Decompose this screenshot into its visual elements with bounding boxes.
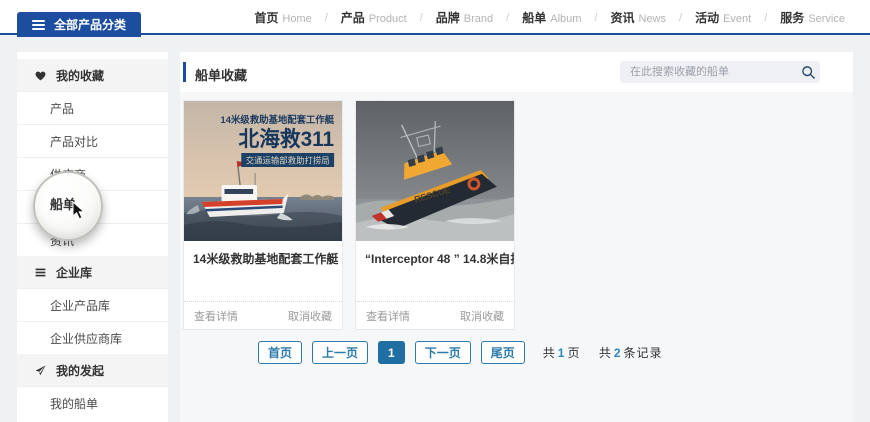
- nav-product[interactable]: 产品 Product: [341, 9, 407, 26]
- hamburger-icon: [32, 20, 45, 30]
- card-overlay-line2: 北海救311: [238, 127, 334, 151]
- ship-card: 14米级救助基地配套工作艇 北海救311 交通运输部救助打捞局 14米级救助基地…: [183, 100, 343, 330]
- ship-card: RESCUE “Interceptor 48 ” 14.8米自扶正 查看详情 取…: [355, 100, 515, 330]
- nav-service[interactable]: 服务 Service: [780, 9, 845, 26]
- page-title: 船单收藏: [195, 65, 247, 84]
- sidebar-section-my-favorites[interactable]: 我的收藏: [17, 59, 168, 91]
- pagination-next-button[interactable]: 下一页: [415, 341, 471, 364]
- sidebar-item-products[interactable]: 产品: [17, 91, 168, 124]
- pagination: 首页 上一页 1 下一页 尾页 共1页 共2条记录: [258, 341, 677, 364]
- total-records-count: 2: [614, 346, 622, 360]
- card-overlay-badge: 交通运输部救助打捞局: [246, 155, 330, 165]
- sidebar-item-my-ship-album[interactable]: 我的船单: [17, 386, 168, 419]
- pagination-prev-button[interactable]: 上一页: [312, 341, 368, 364]
- total-pages-count: 1: [558, 346, 566, 360]
- sidebar-item-enterprise-products[interactable]: 企业产品库: [17, 288, 168, 321]
- unfavorite-link[interactable]: 取消收藏: [460, 308, 504, 324]
- card-footer: 查看详情 取消收藏: [184, 301, 342, 329]
- top-navigation: 首页 Home / 产品 Product / 品牌 Brand / 船单 Alb…: [254, 0, 845, 35]
- top-bar: 全部产品分类 首页 Home / 产品 Product / 品牌 Brand /…: [0, 0, 870, 35]
- title-accent-bar: [183, 62, 186, 82]
- send-icon: [34, 364, 47, 377]
- ship-photo-interceptor48[interactable]: RESCUE: [356, 101, 514, 241]
- sidebar: 我的收藏 产品 产品对比 供应商 船单 资讯 企业库 企业产品库 企业供应商库 …: [17, 52, 168, 422]
- card-footer: 查看详情 取消收藏: [356, 301, 514, 329]
- search-input[interactable]: [620, 66, 796, 78]
- nav-brand[interactable]: 品牌 Brand: [436, 9, 493, 26]
- pagination-summary: 共1页 共2条记录: [543, 344, 677, 361]
- card-overlay-line1: 14米级救助基地配套工作艇: [221, 114, 335, 126]
- nav-separator: /: [594, 12, 597, 24]
- cursor-loupe-overlay: 船单: [33, 171, 103, 241]
- main-panel: 船单收藏: [180, 52, 853, 422]
- list-icon: [34, 266, 47, 279]
- sidebar-section-label: 我的发起: [56, 362, 104, 379]
- main-header: 船单收藏: [180, 52, 853, 92]
- nav-news[interactable]: 资讯 News: [610, 9, 666, 26]
- sidebar-section-label: 我的收藏: [56, 67, 104, 84]
- nav-separator: /: [506, 12, 509, 24]
- nav-separator: /: [764, 12, 767, 24]
- sidebar-item-product-compare[interactable]: 产品对比: [17, 124, 168, 157]
- nav-separator: /: [679, 12, 682, 24]
- card-title: 14米级救助基地配套工作艇: [184, 241, 342, 267]
- ship-photo-beihaijiu311[interactable]: 14米级救助基地配套工作艇 北海救311 交通运输部救助打捞局: [184, 101, 342, 241]
- cursor-icon: [72, 201, 87, 220]
- nav-album[interactable]: 船单 Album: [522, 9, 581, 26]
- sidebar-section-my-initiated[interactable]: 我的发起: [17, 354, 168, 386]
- pagination-first-button[interactable]: 首页: [258, 341, 302, 364]
- view-details-link[interactable]: 查看详情: [366, 308, 410, 324]
- search-icon[interactable]: [796, 61, 820, 83]
- sidebar-section-label: 企业库: [56, 264, 92, 281]
- pagination-page-1-button[interactable]: 1: [378, 341, 405, 364]
- unfavorite-link[interactable]: 取消收藏: [288, 308, 332, 324]
- nav-event[interactable]: 活动 Event: [695, 9, 751, 26]
- sidebar-section-enterprise-library[interactable]: 企业库: [17, 256, 168, 288]
- all-categories-label: 全部产品分类: [54, 16, 126, 33]
- sidebar-item-enterprise-suppliers[interactable]: 企业供应商库: [17, 321, 168, 354]
- heart-icon: [34, 69, 47, 82]
- pagination-last-button[interactable]: 尾页: [481, 341, 525, 364]
- nav-separator: /: [325, 12, 328, 24]
- all-categories-button[interactable]: 全部产品分类: [17, 12, 141, 37]
- nav-separator: /: [420, 12, 423, 24]
- search-box: [620, 61, 820, 83]
- view-details-link[interactable]: 查看详情: [194, 308, 238, 324]
- card-title: “Interceptor 48 ” 14.8米自扶正: [356, 241, 514, 267]
- nav-home[interactable]: 首页 Home: [254, 9, 311, 26]
